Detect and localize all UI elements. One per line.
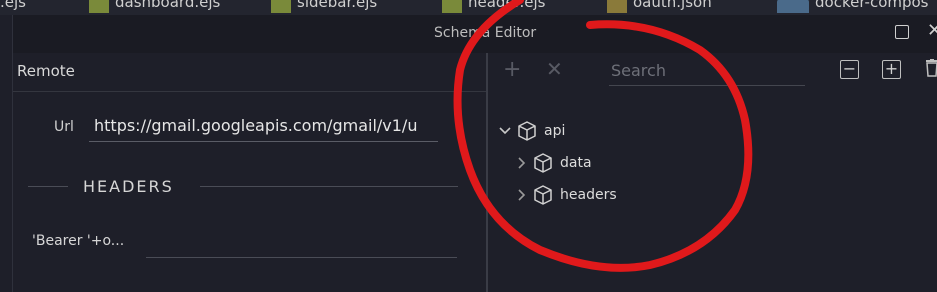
tree-node-label: headers (560, 187, 617, 203)
url-label: Url (54, 119, 74, 135)
expand-all-button[interactable]: + (882, 60, 901, 79)
remove-icon[interactable]: ✕ (546, 57, 563, 81)
remote-header: Remote (13, 53, 486, 92)
chevron-down-icon[interactable] (498, 124, 512, 138)
tab-sidebar[interactable]: sidebar.ejs (271, 0, 377, 15)
tab-label: oauth.json (633, 0, 712, 11)
divider-line (28, 186, 68, 187)
tab-label: dashboard.ejs (115, 0, 221, 11)
tab-label: .ejs (0, 0, 26, 11)
headers-section-title: HEADERS (83, 177, 174, 196)
cube-icon (518, 121, 536, 141)
tab-dashboard[interactable]: dashboard.ejs (89, 0, 220, 15)
docker-icon (777, 0, 809, 13)
tree-node-api[interactable]: api (498, 121, 565, 141)
remote-panel: Remote Url https://gmail.googleapis.com/… (13, 53, 486, 292)
tree-node-headers[interactable]: headers (514, 185, 617, 205)
editor-tab-strip: .ejs dashboard.ejs sidebar.ejs header.ej… (0, 0, 937, 15)
tab-label: header.ejs (468, 0, 546, 11)
schema-tree-panel: + ✕ − + api dat (488, 53, 937, 292)
cube-icon (534, 185, 552, 205)
header-row-label: 'Bearer '+o... (32, 233, 125, 249)
trash-icon[interactable] (925, 59, 937, 77)
close-button[interactable]: ✕ (927, 20, 937, 41)
url-field[interactable]: https://gmail.googleapis.com/gmail/v1/u (89, 111, 438, 142)
tab-docker-compose[interactable]: docker-compos (777, 0, 929, 15)
chevron-right-icon[interactable] (514, 156, 528, 170)
ejs-file-icon (271, 0, 291, 13)
tree-node-data[interactable]: data (514, 153, 592, 173)
tab-label: sidebar.ejs (297, 0, 378, 11)
schema-editor-window: Schema Editor ✕ Remote Url https://gmail… (12, 15, 937, 292)
remote-heading: Remote (17, 62, 75, 80)
json-file-icon (607, 0, 627, 13)
ejs-file-icon (442, 0, 462, 13)
search-box[interactable] (609, 57, 805, 86)
search-input[interactable] (609, 57, 803, 83)
divider-line (200, 186, 458, 187)
tab-label: docker-compos (815, 0, 929, 11)
title-bar: Schema Editor ✕ (13, 15, 937, 53)
url-value: https://gmail.googleapis.com/gmail/v1/u (94, 116, 418, 135)
header-value-field[interactable] (146, 229, 457, 258)
tab-header[interactable]: header.ejs (442, 0, 545, 15)
ejs-file-icon (89, 0, 109, 13)
cube-icon (534, 153, 552, 173)
tab-oauth[interactable]: oauth.json (607, 0, 712, 15)
add-icon[interactable]: + (503, 57, 521, 82)
tree-node-label: api (544, 123, 566, 139)
window-title: Schema Editor (434, 25, 537, 41)
chevron-right-icon[interactable] (514, 188, 528, 202)
collapse-all-button[interactable]: − (840, 60, 859, 79)
maximize-button[interactable] (895, 25, 909, 39)
tab-ejs[interactable]: .ejs (0, 0, 26, 15)
tree-node-label: data (560, 155, 592, 171)
